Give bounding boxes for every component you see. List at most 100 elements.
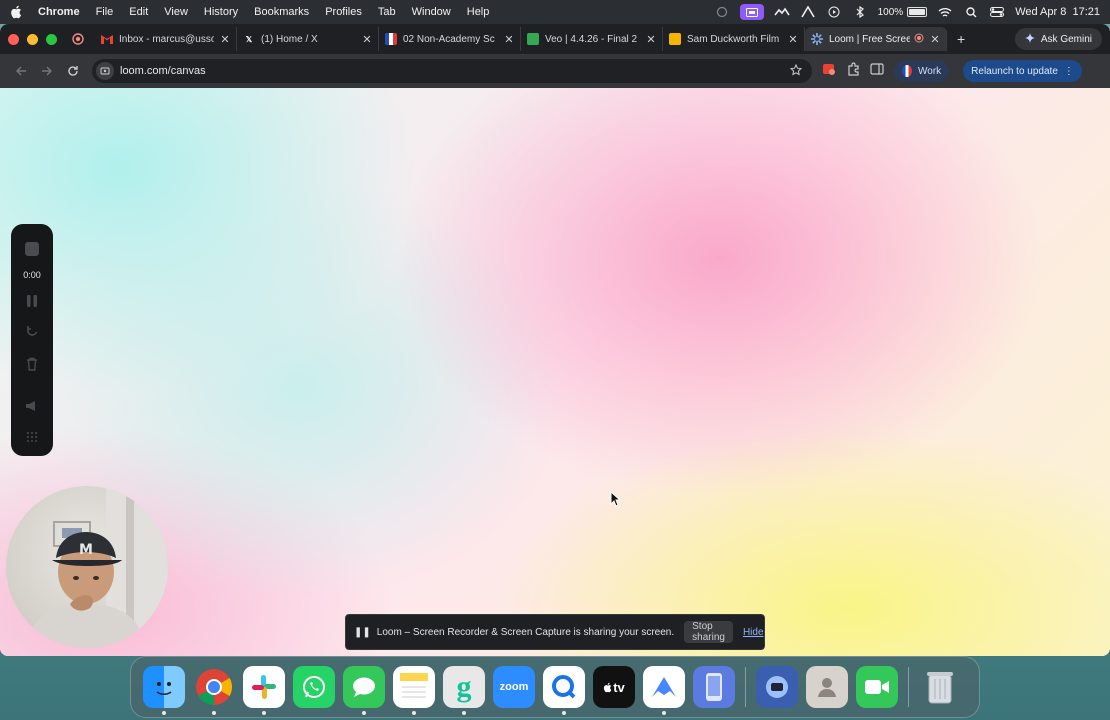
dock-apple-tv[interactable]: tv <box>593 666 635 708</box>
back-button[interactable] <box>8 58 34 84</box>
control-center-icon[interactable] <box>989 5 1005 19</box>
tab-veo-sheet[interactable]: Veo | 4.4.26 - Final 2 ✕ <box>521 27 663 51</box>
dock-whatsapp[interactable] <box>293 666 335 708</box>
dock-slack[interactable] <box>243 666 285 715</box>
side-panel-icon[interactable] <box>870 62 884 80</box>
close-tab-icon[interactable]: ✕ <box>220 33 230 46</box>
dock-quickshare[interactable] <box>543 666 585 715</box>
close-tab-icon[interactable]: ✕ <box>930 33 940 46</box>
grip-dots-icon <box>27 432 37 443</box>
dock-messages[interactable] <box>343 666 385 715</box>
tab-title: Inbox - marcus@usso <box>119 33 214 45</box>
simulator-icon <box>706 673 722 701</box>
dock-notes[interactable] <box>393 666 435 715</box>
tab-non-academy[interactable]: 02 Non-Academy Sc ✕ <box>379 27 521 51</box>
address-url: loom.com/canvas <box>120 65 206 77</box>
relaunch-to-update-button[interactable]: Relaunch to update ⋮ <box>963 60 1082 82</box>
tab-search-icon[interactable] <box>822 62 836 81</box>
menu-chrome[interactable]: Chrome <box>38 6 80 18</box>
wifi-icon[interactable] <box>937 5 953 19</box>
stop-sharing-button[interactable]: Stop sharing <box>684 621 733 643</box>
tab-title: 02 Non-Academy Sc <box>403 33 495 45</box>
dock-screenium[interactable] <box>756 666 798 708</box>
menu-help[interactable]: Help <box>467 6 490 18</box>
dock-contacts[interactable] <box>806 666 848 708</box>
tab-slides[interactable]: Sam Duckworth Film ✕ <box>663 27 805 51</box>
more-menu-icon[interactable]: ⋮ <box>1064 66 1074 77</box>
restart-recording-button[interactable] <box>19 319 45 345</box>
bookmark-star-icon[interactable] <box>789 63 803 79</box>
dock-trash[interactable] <box>919 666 961 708</box>
menu-tab[interactable]: Tab <box>378 6 396 18</box>
recording-timer: 0:00 <box>23 269 41 280</box>
tab-x[interactable]: 𝕏 (1) Home / X ✕ <box>237 27 379 51</box>
menu-profiles[interactable]: Profiles <box>325 6 362 18</box>
tab-gmail[interactable]: Inbox - marcus@usso ✕ <box>95 27 237 51</box>
dock-simulator[interactable] <box>693 666 735 708</box>
address-bar[interactable]: loom.com/canvas <box>92 59 812 83</box>
close-tab-icon[interactable]: ✕ <box>788 33 798 46</box>
tab-strip: Inbox - marcus@usso ✕ 𝕏 (1) Home / X ✕ 0… <box>0 24 1110 54</box>
profile-flag-icon <box>902 65 912 77</box>
nordvpn-icon <box>652 677 676 697</box>
stop-recording-button[interactable] <box>19 236 45 262</box>
toolbar-extensions: Work Relaunch to update ⋮ <box>822 60 1082 82</box>
zoom-icon: zoom <box>499 681 529 693</box>
screen-recording-icon[interactable] <box>739 4 764 20</box>
media-play-icon[interactable] <box>826 5 842 19</box>
reload-button[interactable] <box>60 58 86 84</box>
site-info-icon[interactable] <box>96 62 114 80</box>
new-tab-button[interactable]: + <box>957 31 965 47</box>
browser-toolbar: loom.com/canvas Work Relaunch to update … <box>0 54 1110 88</box>
menu-history[interactable]: History <box>204 6 238 18</box>
dock-nordvpn[interactable] <box>643 666 685 715</box>
close-window-button[interactable] <box>8 33 19 45</box>
zoom-window-button[interactable] <box>46 33 57 45</box>
hide-banner-link[interactable]: Hide <box>743 627 764 638</box>
close-tab-icon[interactable]: ✕ <box>362 33 372 46</box>
dock-separator <box>745 667 746 707</box>
battery-indicator[interactable]: 100% <box>878 7 928 18</box>
menubar-clock[interactable]: Wed Apr 8 17:21 <box>1015 6 1100 18</box>
running-dot <box>462 711 466 715</box>
menu-view[interactable]: View <box>164 6 188 18</box>
dock-chrome[interactable] <box>193 666 235 715</box>
camera-bubble[interactable]: M <box>6 486 168 648</box>
dock-facetime[interactable] <box>856 666 898 708</box>
restart-icon <box>26 326 38 336</box>
menu-bookmarks[interactable]: Bookmarks <box>254 6 309 18</box>
trash-icon <box>27 357 37 371</box>
tab-recording-icon <box>71 32 85 46</box>
dock-separator <box>908 667 909 707</box>
spotlight-search-icon[interactable] <box>963 5 979 19</box>
close-tab-icon[interactable]: ✕ <box>504 33 514 46</box>
menu-window[interactable]: Window <box>412 6 451 18</box>
delete-recording-button[interactable] <box>19 351 45 377</box>
dock-grammarly[interactable]: g <box>443 666 485 715</box>
vpn-icon[interactable] <box>800 5 816 19</box>
tab-loom[interactable]: Loom | Free Scree ✕ <box>805 27 947 51</box>
drag-handle[interactable] <box>19 424 45 450</box>
megaphone-icon <box>26 400 35 411</box>
loom-recording-controls: 0:00 <box>11 224 53 456</box>
extensions-puzzle-icon[interactable] <box>846 61 860 81</box>
close-tab-icon[interactable]: ✕ <box>646 33 656 46</box>
apple-menu-icon[interactable] <box>10 5 24 19</box>
timemachine-icon[interactable] <box>714 5 730 19</box>
pause-sharing-icon[interactable]: ❚❚ <box>354 627 371 638</box>
chrome-icon <box>196 669 233 705</box>
running-dot <box>162 711 166 715</box>
drawing-tool-button[interactable] <box>19 393 45 419</box>
menu-file[interactable]: File <box>96 6 114 18</box>
bluetooth-icon[interactable] <box>852 5 868 19</box>
ask-gemini-button[interactable]: Ask Gemini <box>1014 28 1102 50</box>
dock-zoom[interactable]: zoom <box>493 666 535 708</box>
menu-edit[interactable]: Edit <box>129 6 148 18</box>
forward-button[interactable] <box>34 58 60 84</box>
minimize-window-button[interactable] <box>27 33 38 45</box>
pause-recording-button[interactable] <box>19 288 45 314</box>
dock-finder[interactable] <box>143 666 185 715</box>
profile-work-button[interactable]: Work <box>894 60 950 82</box>
cloud-sync-icon[interactable] <box>773 5 790 19</box>
gmail-icon <box>101 33 113 45</box>
